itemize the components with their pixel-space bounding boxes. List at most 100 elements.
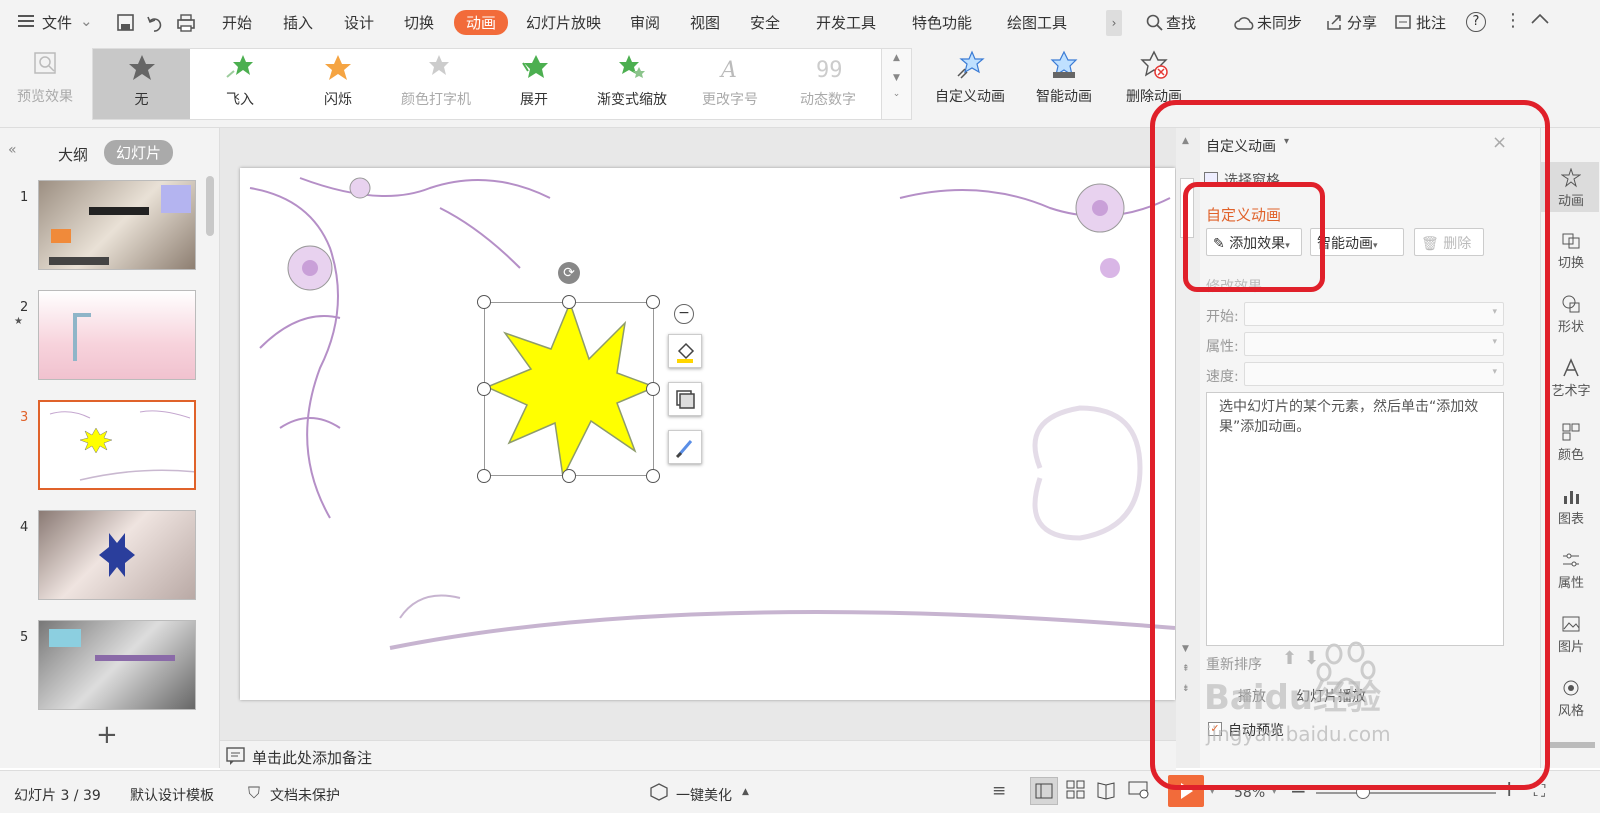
notes-placeholder[interactable]: 单击此处添加备注 — [252, 747, 372, 768]
tab-view[interactable]: 视图 — [690, 12, 720, 33]
selection-pane-link[interactable]: 选择窗格 — [1224, 170, 1280, 190]
effect-change-font-size[interactable]: A 更改字号 — [681, 53, 779, 109]
collapse-toolbar-icon[interactable]: − — [674, 304, 694, 324]
sidebar-item-chart[interactable]: 图表 — [1541, 486, 1600, 527]
custom-animation-button[interactable]: 自定义动画 — [930, 50, 1010, 106]
tab-slideshow[interactable]: 幻灯片放映 — [526, 12, 601, 33]
tab-security[interactable]: 安全 — [750, 12, 780, 33]
resize-handle[interactable] — [646, 469, 660, 483]
scroll-right-icon[interactable]: › — [1106, 10, 1122, 36]
start-select[interactable]: ▾ — [1244, 302, 1504, 326]
tab-slides[interactable]: 幻灯片 — [104, 140, 174, 165]
sidebar-item-transition[interactable]: 切换 — [1541, 230, 1600, 271]
help-icon[interactable]: ? — [1466, 12, 1486, 32]
animation-list[interactable]: 选中幻灯片的某个元素，然后单击“添加效果”添加动画。 — [1206, 392, 1504, 646]
zoom-level[interactable]: 58% — [1234, 785, 1265, 801]
reading-view-icon[interactable] — [1096, 780, 1116, 804]
share-button[interactable]: 分享 — [1347, 12, 1377, 33]
preview-effect-button[interactable]: 预览效果 — [14, 50, 76, 106]
search-label[interactable]: 查找 — [1166, 12, 1196, 33]
add-effect-button[interactable]: ✎ 添加效果▾ — [1206, 228, 1302, 256]
more-icon[interactable]: ⋮ — [1504, 10, 1522, 31]
comment-button[interactable]: 批注 — [1416, 12, 1446, 33]
scrollbar[interactable] — [206, 176, 214, 236]
sidebar-item-property[interactable]: 属性 — [1541, 550, 1600, 591]
rotate-handle-icon[interactable]: ⟳ — [558, 262, 580, 284]
slide-thumbnail-4[interactable] — [38, 510, 196, 600]
move-up-icon[interactable]: ⬆ — [1282, 648, 1297, 669]
sidebar-item-picture[interactable]: 图片 — [1541, 614, 1600, 655]
cloud-sync-icon[interactable] — [1234, 14, 1256, 36]
tab-review[interactable]: 审阅 — [630, 12, 660, 33]
tab-transition[interactable]: 切换 — [404, 12, 434, 33]
auto-preview-label[interactable]: 自动预览 — [1228, 720, 1284, 740]
zoom-in-icon[interactable]: + — [1500, 777, 1518, 802]
move-down-icon[interactable]: ⬇ — [1304, 648, 1319, 669]
normal-view-icon[interactable] — [1030, 777, 1058, 805]
notes-bar[interactable]: 单击此处添加备注 — [220, 740, 1176, 770]
undo-icon[interactable] — [146, 13, 166, 37]
sidebar-item-shape[interactable]: 形状 — [1541, 294, 1600, 335]
template-name[interactable]: 默认设计模板 — [130, 785, 214, 805]
effect-dynamic-number[interactable]: 99 动态数字 — [779, 53, 877, 109]
resize-handle[interactable] — [562, 295, 576, 309]
fill-bucket-icon[interactable] — [668, 334, 702, 368]
tab-outline[interactable]: 大纲 — [58, 144, 88, 165]
smart-animation-button[interactable]: 智能动画 — [1026, 50, 1102, 106]
close-icon[interactable]: × — [1492, 132, 1507, 153]
play-options-icon[interactable]: ▾ — [1210, 787, 1215, 797]
comment-icon[interactable] — [1394, 13, 1412, 35]
protect-status[interactable]: 文档未保护 — [270, 785, 340, 805]
scroll-down-icon[interactable]: ▼ — [1182, 644, 1189, 654]
resize-handle[interactable] — [477, 295, 491, 309]
sync-status[interactable]: 未同步 — [1257, 12, 1302, 33]
resize-handle[interactable] — [477, 469, 491, 483]
effect-flash[interactable]: 闪烁 — [289, 53, 387, 109]
pane-title[interactable]: 自定义动画 — [1206, 136, 1276, 156]
notes-toggle-icon[interactable]: ≡ — [992, 781, 1006, 801]
resize-handle[interactable] — [646, 295, 660, 309]
delete-effect-button[interactable]: 🗑 删除 — [1414, 228, 1484, 256]
page-down-icon[interactable]: ⇟ — [1182, 684, 1190, 694]
slide-thumbnail-1[interactable] — [38, 180, 196, 270]
sidebar-item-style[interactable]: 风格 — [1541, 678, 1600, 719]
tab-design[interactable]: 设计 — [344, 12, 374, 33]
resize-handle[interactable] — [477, 382, 491, 396]
slideshow-button[interactable]: 幻灯片播放 — [1296, 686, 1366, 706]
file-menu[interactable]: 文件 — [42, 12, 72, 33]
sidebar-item-animation[interactable]: 动画 — [1541, 168, 1600, 209]
effect-typewriter[interactable]: 颜色打字机 — [387, 53, 485, 109]
scroll-up-icon[interactable]: ▲ — [1182, 136, 1189, 146]
beautify-expand-icon[interactable]: ▲ — [742, 787, 749, 797]
slide-thumbnail-3-selected[interactable] — [38, 400, 196, 490]
beautify-button[interactable]: 一键美化 — [676, 785, 732, 805]
tab-features[interactable]: 特色功能 — [912, 12, 972, 33]
search-icon[interactable] — [1146, 14, 1164, 36]
slide-thumbnail-5[interactable] — [38, 620, 196, 710]
outline-style-icon[interactable] — [668, 382, 702, 416]
play-button[interactable]: 播放 — [1238, 686, 1266, 706]
slide-sorter-icon[interactable] — [1066, 780, 1086, 804]
print-icon[interactable] — [176, 13, 196, 37]
tab-home[interactable]: 开始 — [222, 12, 252, 33]
effect-fly-in[interactable]: 飞入 — [191, 53, 289, 109]
collapse-panel-icon[interactable]: « — [8, 142, 17, 158]
pane-title-dropdown-icon[interactable]: ▾ — [1284, 136, 1289, 147]
property-select[interactable]: ▾ — [1244, 332, 1504, 356]
effect-expand[interactable]: 展开 — [485, 53, 583, 109]
share-icon[interactable] — [1325, 13, 1343, 35]
current-slide[interactable] — [240, 168, 1175, 700]
sidebar-item-color[interactable]: 颜色 — [1541, 422, 1600, 463]
presenter-view-icon[interactable] — [1128, 780, 1150, 804]
tab-insert[interactable]: 插入 — [283, 12, 313, 33]
tab-animation[interactable]: 动画 — [454, 10, 509, 35]
chevron-down-icon[interactable]: ⌄ — [80, 12, 93, 30]
zoom-dropdown-icon[interactable]: ▾ — [1272, 787, 1277, 797]
effect-none[interactable]: 无 — [93, 53, 190, 109]
resize-handle[interactable] — [646, 382, 660, 396]
explosion-shape[interactable] — [484, 300, 658, 480]
delete-animation-button[interactable]: 删除动画 — [1118, 50, 1190, 106]
page-up-icon[interactable]: ⇞ — [1182, 664, 1190, 674]
zoom-out-icon[interactable]: − — [1290, 779, 1307, 803]
effect-gradual-zoom[interactable]: 渐变式缩放 — [583, 53, 681, 109]
